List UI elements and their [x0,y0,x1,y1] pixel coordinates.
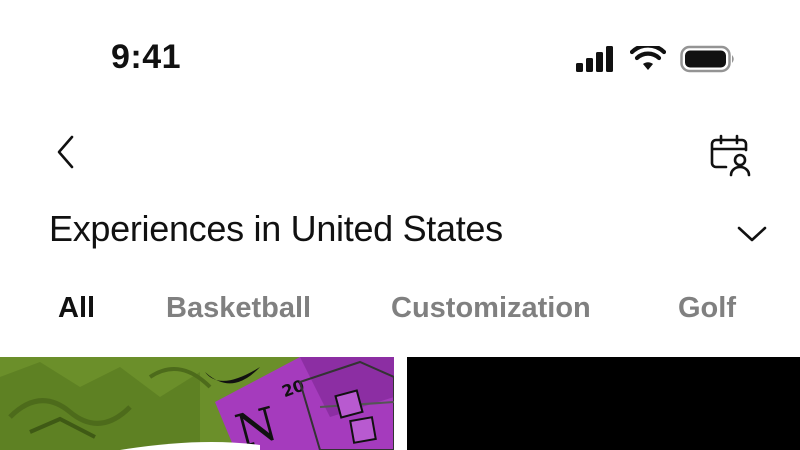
card-artwork-image: 20 N [0,357,394,450]
experience-card-video[interactable] [407,357,800,450]
cellular-signal-icon [576,46,616,72]
tab-golf[interactable]: Golf [678,292,736,325]
page-title: Experiences in United States [49,208,503,249]
tab-all[interactable]: All [58,292,95,325]
tab-customization[interactable]: Customization [391,292,591,325]
status-time: 9:41 [111,38,182,76]
calendar-button[interactable] [704,130,756,180]
battery-icon [680,45,736,73]
category-tabs: All Basketball Customization Golf [0,292,800,340]
calendar-user-icon [710,134,751,177]
wifi-icon [630,46,666,72]
chevron-left-icon [57,135,74,169]
back-button[interactable] [44,130,88,174]
tab-basketball[interactable]: Basketball [166,292,311,325]
location-dropdown-button[interactable] [732,216,772,252]
chevron-down-icon [737,226,767,242]
title-row: Experiences in United States [49,208,770,258]
status-bar: 9:41 [0,0,800,110]
experience-card-customization[interactable]: 20 N [0,357,394,450]
status-icons [576,44,736,74]
